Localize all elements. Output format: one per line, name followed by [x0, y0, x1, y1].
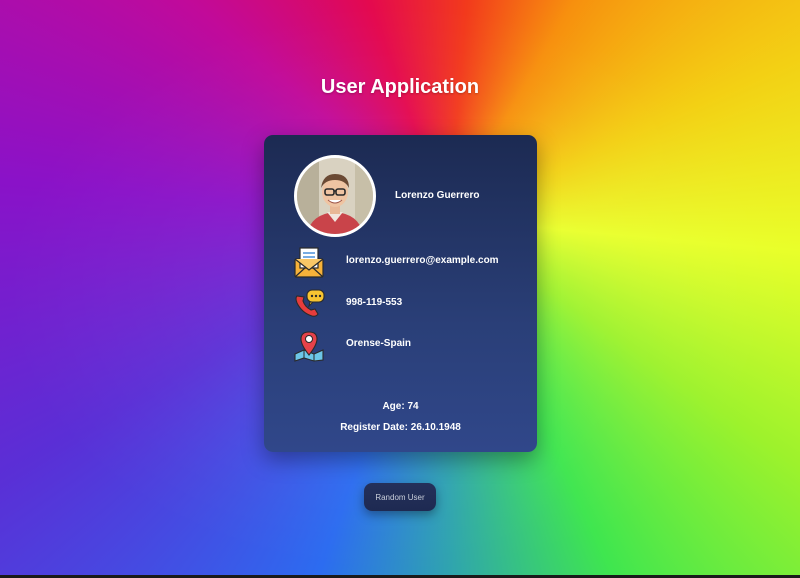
- map-pin-icon: [292, 328, 326, 362]
- phone-row: 998-119-553: [292, 287, 522, 321]
- email-row: lorenzo.guerrero@example.com: [292, 245, 522, 279]
- envelope-icon: [292, 245, 326, 279]
- user-name: Lorenzo Guerrero: [395, 190, 480, 201]
- age-text: Age: 74: [382, 401, 419, 412]
- email-value: lorenzo.guerrero@example.com: [346, 255, 499, 266]
- phone-call-icon: [292, 287, 326, 321]
- location-value: Orense-Spain: [346, 338, 412, 349]
- user-avatar: [294, 155, 376, 237]
- page-title: User Application: [320, 76, 480, 98]
- random-user-button[interactable]: Random User: [364, 483, 436, 511]
- avatar-photo: [297, 158, 373, 234]
- location-row: Orense-Spain: [292, 328, 522, 362]
- phone-value: 998-119-553: [346, 297, 403, 308]
- user-card: Lorenzo Guerrero lorenzo.guerrero@exampl…: [264, 135, 537, 452]
- register-date-text: Register Date: 26.10.1948: [340, 422, 461, 433]
